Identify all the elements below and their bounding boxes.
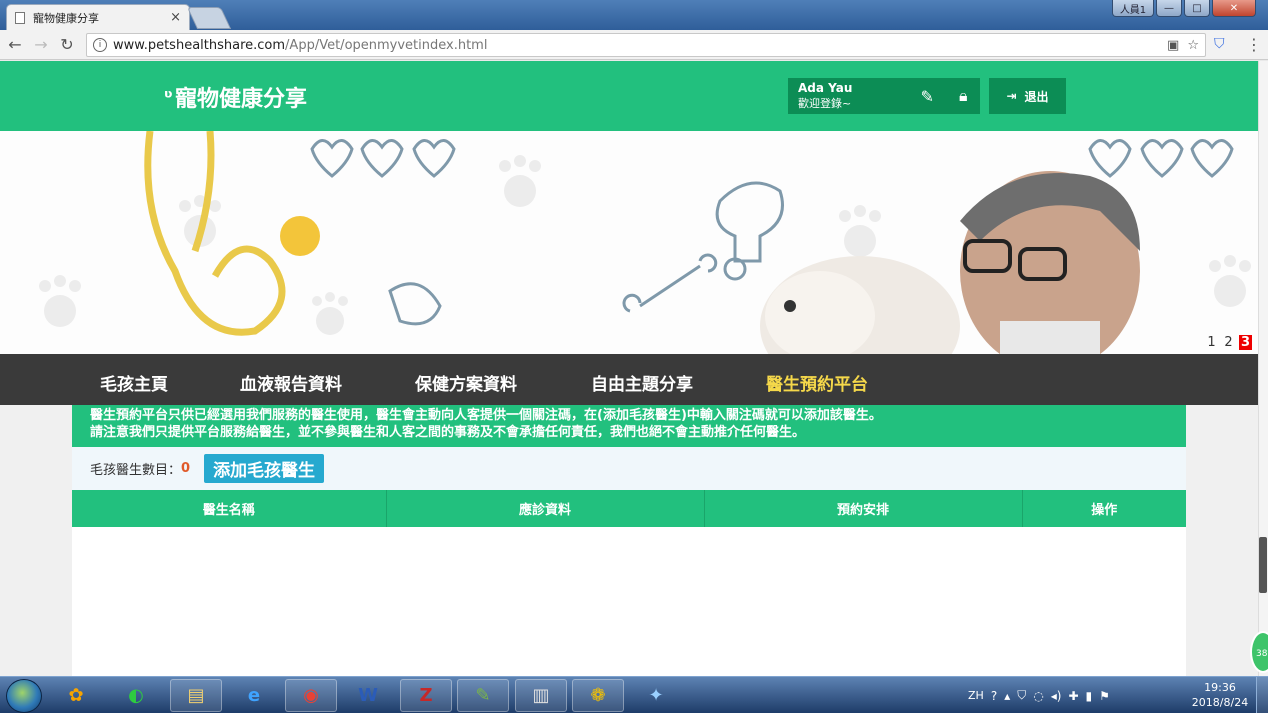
battery-icon[interactable]: ▮ bbox=[1086, 689, 1093, 703]
paw-app-icon[interactable]: ❁ bbox=[572, 679, 624, 712]
close-window-button[interactable]: ✕ bbox=[1212, 0, 1256, 17]
browser-menu-icon[interactable]: ⋮ bbox=[1246, 35, 1262, 54]
new-tab-button[interactable] bbox=[186, 7, 232, 29]
system-tray: ZH ? ▴ ⛉ ◌ ◂) ✚ ▮ ⚑ bbox=[968, 677, 1110, 713]
notice-line-1: 醫生預約平台只供已經選用我們服務的醫生使用，醫生會主動向人客提供一個關注碼，在(… bbox=[90, 408, 882, 423]
edit-profile-icon[interactable]: ✎ bbox=[921, 87, 934, 106]
clock-time: 19:36 bbox=[1204, 681, 1236, 694]
vet-table: 醫生名稱 應診資料 預約安排 操作 bbox=[72, 490, 1186, 527]
tab-title: 寵物健康分享 bbox=[33, 11, 99, 25]
ime-indicator[interactable]: ZH bbox=[968, 689, 984, 702]
vet-count-label: 毛孩醫生數目： bbox=[90, 463, 182, 478]
volume-icon[interactable]: ◂) bbox=[1051, 689, 1062, 703]
col-clinic-info: 應診資料 bbox=[386, 490, 705, 527]
clock-date: 2018/8/24 bbox=[1191, 696, 1249, 709]
banner-page-2[interactable]: 2 bbox=[1222, 335, 1235, 350]
vet-count-bar: 毛孩醫生數目： 0 添加毛孩醫生 bbox=[72, 447, 1186, 490]
media-save-icon[interactable]: ▥ bbox=[515, 679, 567, 712]
nav-pet-home[interactable]: 毛孩主頁 bbox=[100, 370, 168, 395]
extension-shield-icon[interactable]: ⛉ bbox=[1214, 36, 1225, 52]
url-host: www.petshealthshare.com bbox=[113, 37, 286, 53]
tab-close-icon[interactable]: × bbox=[170, 10, 181, 25]
editor-icon[interactable]: ✎ bbox=[457, 679, 509, 712]
logout-button[interactable]: ⇥ 退出 bbox=[989, 78, 1066, 114]
start-button[interactable] bbox=[6, 679, 42, 713]
internet-explorer-icon[interactable]: e bbox=[228, 679, 280, 712]
user-name: Ada Yau bbox=[798, 81, 853, 95]
browser-toolbar: ← → ↻ i www.petshealthshare.com/App/Vet/… bbox=[0, 30, 1268, 60]
reload-icon[interactable]: ↻ bbox=[56, 35, 78, 54]
site-header: ᶹ 寵物健康分享 Ada Yau 歡迎登錄~ ✎ 🔒︎ ⇥ 退出 bbox=[0, 61, 1258, 131]
update-icon[interactable]: ✚ bbox=[1068, 689, 1078, 703]
col-vet-name: 醫生名稱 bbox=[72, 490, 387, 527]
vet-with-dog bbox=[760, 171, 1140, 354]
nav-vet-booking[interactable]: 醫生預約平台 bbox=[766, 370, 868, 395]
bookmark-star-icon[interactable]: ☆ bbox=[1187, 38, 1199, 53]
main-nav: 毛孩主頁 血液報告資料 保健方案資料 自由主題分享 醫生預約平台 bbox=[0, 354, 1258, 405]
browser-tab[interactable]: 寵物健康分享 × bbox=[6, 4, 190, 30]
nav-free-topics[interactable]: 自由主題分享 bbox=[591, 370, 693, 395]
chrome-icon[interactable]: ◉ bbox=[285, 679, 337, 712]
help-icon[interactable]: ? bbox=[991, 689, 997, 703]
translate-icon[interactable]: ▣ bbox=[1167, 38, 1179, 53]
scrollbar-thumb[interactable] bbox=[1259, 537, 1267, 593]
system-clock[interactable]: 19:36 2018/8/24 bbox=[1190, 680, 1250, 710]
back-icon[interactable]: ← bbox=[4, 35, 26, 54]
browser-tabstrip: 寵物健康分享 × 人員1 — □ ✕ bbox=[0, 0, 1268, 30]
banner-illustration bbox=[39, 131, 1251, 354]
banner-pager: 1 2 3 bbox=[1205, 335, 1252, 350]
paint-icon[interactable]: ✦ bbox=[630, 679, 682, 712]
banner-page-1[interactable]: 1 bbox=[1205, 335, 1218, 350]
user-actions: ✎ 🔒︎ bbox=[908, 78, 980, 114]
welcome-text: 歡迎登錄~ bbox=[798, 97, 852, 110]
logout-label: 退出 bbox=[1024, 89, 1049, 104]
site-logo[interactable]: ᶹ 寵物健康分享 bbox=[164, 81, 307, 113]
bones-trophy bbox=[388, 181, 784, 326]
minimize-button[interactable]: — bbox=[1156, 0, 1182, 17]
table-header-row: 醫生名稱 應診資料 預約安排 操作 bbox=[72, 490, 1186, 527]
notice-box: 醫生預約平台只供已經選用我們服務的醫生使用，醫生會主動向人客提供一個關注碼，在(… bbox=[72, 405, 1186, 447]
forward-icon[interactable]: → bbox=[30, 35, 52, 54]
banner-page-3[interactable]: 3 bbox=[1239, 335, 1252, 350]
tray-expand-icon[interactable]: ▴ bbox=[1004, 689, 1010, 703]
paw-stamp bbox=[280, 216, 320, 256]
file-explorer-icon[interactable]: ▤ bbox=[170, 679, 222, 712]
hero-banner: 1 2 3 bbox=[0, 131, 1258, 354]
action-center-icon[interactable]: ⚑ bbox=[1099, 689, 1110, 703]
app-pinwheel-icon[interactable]: ✿ bbox=[50, 679, 102, 712]
vet-booking-panel: 醫生預約平台只供已經選用我們服務的醫生使用，醫生會主動向人客提供一個關注碼，在(… bbox=[72, 405, 1186, 676]
app-sync-icon[interactable]: ◐ bbox=[110, 679, 162, 712]
address-bar[interactable]: i www.petshealthshare.com/App/Vet/openmy… bbox=[86, 33, 1206, 57]
notice-line-2: 請注意我們只提供平台服務給醫生，並不參與醫生和人客之間的事務及不會承擔任何責任，… bbox=[90, 425, 806, 440]
add-vet-button[interactable]: 添加毛孩醫生 bbox=[204, 454, 325, 483]
col-actions: 操作 bbox=[1022, 490, 1186, 527]
logo-text: 寵物健康分享 bbox=[175, 87, 308, 112]
maximize-button[interactable]: □ bbox=[1184, 0, 1210, 17]
logout-icon: ⇥ bbox=[1006, 89, 1017, 103]
word-icon[interactable]: W bbox=[342, 679, 394, 712]
url-path: /App/Vet/openmyvetindex.html bbox=[285, 37, 488, 53]
user-box: Ada Yau 歡迎登錄~ bbox=[788, 78, 908, 114]
filezilla-icon[interactable]: Z bbox=[400, 679, 452, 712]
security-settings-icon[interactable]: 🔒︎ bbox=[959, 86, 968, 106]
windows-taskbar: ✿ ◐ ▤ e ◉ W Z ✎ ▥ ❁ ✦ ZH ? ▴ ⛉ ◌ ◂) ✚ ▮ … bbox=[0, 676, 1268, 713]
nav-health-plans[interactable]: 保健方案資料 bbox=[415, 370, 517, 395]
info-icon[interactable]: i bbox=[93, 38, 107, 52]
network-icon[interactable]: ◌ bbox=[1033, 689, 1043, 703]
show-desktop-button[interactable] bbox=[1256, 677, 1268, 713]
page-viewport: ᶹ 寵物健康分享 Ada Yau 歡迎登錄~ ✎ 🔒︎ ⇥ 退出 1 2 3 毛… bbox=[0, 61, 1258, 676]
vet-count-value: 0 bbox=[181, 461, 191, 476]
stethoscope-icon: ᶹ bbox=[164, 85, 174, 109]
window-controls: 人員1 — □ ✕ bbox=[1112, 0, 1256, 17]
page-icon bbox=[15, 11, 25, 24]
hearts bbox=[310, 139, 1234, 178]
col-appointment: 預約安排 bbox=[704, 490, 1023, 527]
security-shield-icon[interactable]: ⛉ bbox=[1017, 688, 1026, 703]
nav-blood-reports[interactable]: 血液報告資料 bbox=[240, 370, 342, 395]
profile-button[interactable]: 人員1 bbox=[1112, 0, 1154, 17]
